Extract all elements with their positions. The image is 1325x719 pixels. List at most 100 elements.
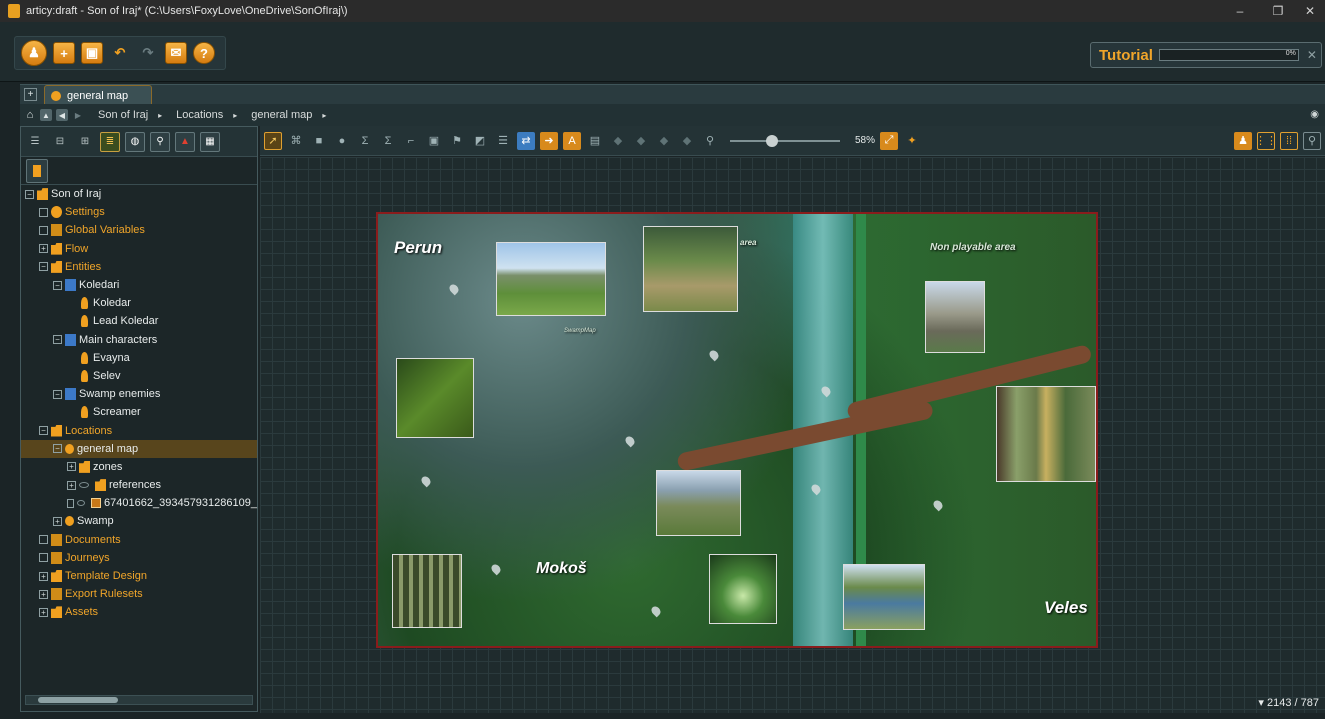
back-icon[interactable]: ◀ xyxy=(56,109,68,121)
link-tool-icon[interactable]: ☰ xyxy=(494,132,512,150)
filter-icon[interactable]: ▦ xyxy=(200,131,220,152)
world-icon[interactable]: ◍ xyxy=(125,131,145,152)
tree-item[interactable]: − general map xyxy=(21,439,257,458)
tree-item[interactable]: − Entities xyxy=(21,258,257,276)
expand-icon[interactable]: + xyxy=(53,516,62,526)
breadcrumb-item-locations[interactable]: Locations xyxy=(176,109,223,121)
location-pin-icon[interactable] xyxy=(707,348,721,362)
zoom-slider[interactable] xyxy=(730,134,840,147)
tree-item[interactable]: Lead Koledar xyxy=(21,312,257,330)
tree-item[interactable]: + Export Rulesets xyxy=(21,585,257,603)
close-button[interactable]: ✕ xyxy=(1294,0,1325,22)
reference-photo-village-field[interactable] xyxy=(656,470,741,536)
arrange-front-icon[interactable]: ◆ xyxy=(609,132,627,150)
reference-photo-camp[interactable] xyxy=(643,226,738,312)
new-icon[interactable]: + xyxy=(53,42,75,64)
visibility-eye-icon[interactable] xyxy=(77,500,85,507)
map-image[interactable]: Perun Mokoš Veles Non playable area area… xyxy=(376,212,1098,648)
home-icon[interactable]: ⌂ xyxy=(24,109,36,121)
tree-item[interactable]: Evayna xyxy=(21,349,257,367)
collapse-icon[interactable]: − xyxy=(39,262,48,272)
tree-item[interactable]: 67401662_393457931286109_ xyxy=(21,494,257,512)
tree-item[interactable]: Screamer xyxy=(21,403,257,421)
pin-tool-icon[interactable]: ⚑ xyxy=(448,132,466,150)
zoom-icon[interactable]: ⚲ xyxy=(701,132,719,150)
breadcrumb-item-general-map[interactable]: general map xyxy=(251,109,312,121)
collapse-icon[interactable]: − xyxy=(53,280,62,290)
redo-icon[interactable]: ↷ xyxy=(137,42,159,64)
collapse-icon[interactable]: − xyxy=(53,444,62,454)
save-icon[interactable]: ▣ xyxy=(81,42,103,64)
image-tool-icon[interactable]: ◩ xyxy=(471,132,489,150)
layer-tool-icon[interactable]: ▤ xyxy=(586,132,604,150)
list-view-icon[interactable]: ☰ xyxy=(25,132,45,152)
line-tool-icon[interactable]: ⌐ xyxy=(402,132,420,150)
tree-item[interactable]: − Son of Iraj xyxy=(21,185,257,203)
tree-item[interactable]: Koledar xyxy=(21,294,257,312)
connect-tool-icon[interactable]: ⇄ xyxy=(517,131,535,150)
undo-icon[interactable]: ↶ xyxy=(109,42,131,64)
path-tool-icon[interactable]: Σ xyxy=(356,132,374,150)
location-pin-icon[interactable] xyxy=(931,498,945,512)
navigator-icon[interactable]: ✦ xyxy=(903,132,921,150)
collapse-icon[interactable]: − xyxy=(53,389,62,399)
collapse-icon[interactable]: − xyxy=(53,335,62,345)
mail-icon[interactable]: ✉ xyxy=(165,42,187,64)
warning-icon[interactable]: ▲ xyxy=(175,131,195,152)
collapse-icon[interactable]: ⊟ xyxy=(50,132,70,152)
reference-photo-pine-forest[interactable] xyxy=(392,554,462,628)
tab-general-map[interactable]: general map xyxy=(44,85,152,105)
tree-item[interactable]: − Koledari xyxy=(21,276,257,294)
collapse-icon[interactable]: − xyxy=(25,189,34,199)
tree-item[interactable]: Settings xyxy=(21,203,257,221)
minimize-button[interactable]: – xyxy=(1224,0,1256,22)
reference-photo-river[interactable] xyxy=(843,564,925,630)
collapse-icon[interactable]: − xyxy=(39,426,48,436)
maximize-button[interactable]: ❐ xyxy=(1262,0,1294,22)
location-pin-icon[interactable] xyxy=(419,474,433,488)
location-canvas[interactable]: Perun Mokoš Veles Non playable area area… xyxy=(260,157,1325,713)
spline-tool-icon[interactable]: Σ xyxy=(379,132,397,150)
shape-tool-icon[interactable]: ⌘ xyxy=(287,132,305,150)
arrange-back-icon[interactable]: ◆ xyxy=(678,132,696,150)
rectangle-tool-icon[interactable]: ■ xyxy=(310,132,328,150)
location-pin-icon[interactable] xyxy=(489,562,503,576)
tree-item[interactable]: + Template Design xyxy=(21,567,257,585)
help-icon[interactable]: ? xyxy=(193,42,215,64)
tree-item[interactable]: Documents xyxy=(21,531,257,549)
add-tab-button[interactable]: + xyxy=(24,88,37,101)
fit-view-icon[interactable]: ⤢ xyxy=(880,131,899,150)
feed-icon[interactable]: ◉ xyxy=(1310,109,1319,120)
tree-item[interactable]: + Flow xyxy=(21,240,257,258)
tutorial-close-icon[interactable]: ✕ xyxy=(1307,48,1317,62)
reference-photo-swamp[interactable] xyxy=(996,386,1096,482)
tree-item[interactable]: + Swamp xyxy=(21,512,257,530)
select-tool-icon[interactable]: ➚ xyxy=(264,131,282,150)
font-tool-icon[interactable]: A xyxy=(563,131,581,150)
reference-photo-mountain[interactable] xyxy=(496,242,606,316)
app-menu-icon[interactable]: ♟ xyxy=(21,40,47,66)
grid-small-icon[interactable]: ⋮⋮ xyxy=(1255,131,1277,150)
reference-photo-forest[interactable] xyxy=(396,358,474,438)
bookmark-icon[interactable] xyxy=(26,158,48,183)
tree-item[interactable]: Global Variables xyxy=(21,221,257,239)
up-icon[interactable]: ▲ xyxy=(40,109,52,121)
text-tool-icon[interactable]: ▣ xyxy=(425,132,443,150)
grid-large-icon[interactable]: ⁞⁞ xyxy=(1280,131,1298,150)
tree-item[interactable]: + references xyxy=(21,476,257,494)
expand-icon[interactable]: + xyxy=(39,244,48,254)
reference-photo-grove[interactable] xyxy=(709,554,777,624)
location-pin-icon[interactable] xyxy=(649,604,663,618)
visibility-eye-icon[interactable] xyxy=(79,482,89,489)
breadcrumb-item-project[interactable]: Son of Iraj xyxy=(98,109,148,121)
location-pin-icon[interactable] xyxy=(623,434,637,448)
search-icon[interactable]: ⚲ xyxy=(150,131,170,152)
tree-item[interactable]: + Assets xyxy=(21,603,257,621)
tutorial-panel[interactable]: Tutorial 0% ✕ xyxy=(1090,42,1322,68)
forward-icon[interactable]: ▶ xyxy=(72,109,84,121)
hierarchy-icon[interactable]: ≣ xyxy=(100,131,120,152)
tree-item[interactable]: Journeys xyxy=(21,549,257,567)
reference-photo-village[interactable] xyxy=(925,281,985,353)
expand-icon[interactable]: + xyxy=(39,589,48,599)
expand-icon[interactable]: + xyxy=(39,571,48,581)
